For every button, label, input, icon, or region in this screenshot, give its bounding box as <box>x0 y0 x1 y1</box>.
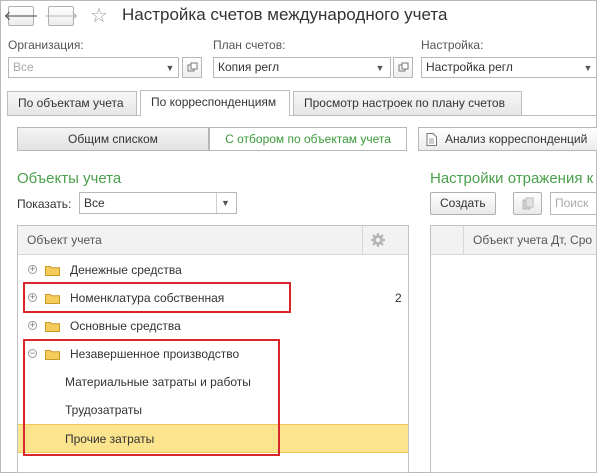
tab-view-by-chart[interactable]: Просмотр настроек по плану счетов <box>293 91 522 115</box>
settings-table: Объект учета Дт, Сро <box>430 225 597 473</box>
settings-section-title: Настройки отражения к <box>430 170 594 187</box>
open-copy-icon <box>398 62 408 72</box>
header-divider <box>362 226 363 254</box>
expand-icon[interactable]: + <box>28 265 37 274</box>
setting-field[interactable]: Настройка регл <box>421 57 597 78</box>
objects-table-header: Объект учета <box>18 226 408 255</box>
object-column-header[interactable]: Объект учета <box>27 233 102 247</box>
organization-open-button[interactable] <box>182 57 202 78</box>
forward-arrow-icon: 🡒 <box>43 8 79 23</box>
folder-icon <box>45 322 60 332</box>
show-select[interactable]: Все <box>79 192 237 214</box>
create-button[interactable]: Создать <box>430 192 496 215</box>
chart-field[interactable]: Копия регл <box>213 57 391 78</box>
forward-button[interactable]: 🡒 <box>44 6 78 26</box>
open-copy-icon <box>187 62 197 72</box>
highlight-marker <box>23 282 291 313</box>
back-button[interactable]: 🡐 <box>4 6 38 26</box>
organization-label: Организация: <box>8 38 84 52</box>
show-dropdown-icon[interactable]: ▼ <box>216 193 234 213</box>
setting-label: Настройка: <box>421 38 484 52</box>
header-divider <box>463 226 464 254</box>
document-icon <box>426 133 437 146</box>
setting-dropdown-icon[interactable]: ▼ <box>579 57 597 78</box>
list-item-label: Денежные средства <box>70 263 182 277</box>
mode-list-button[interactable]: Общим списком <box>17 127 209 151</box>
settings-table-header: Объект учета Дт, Сро <box>431 226 596 255</box>
list-item-count: 2 <box>395 291 402 305</box>
list-item[interactable]: + Основные средства <box>18 312 408 340</box>
mode-filter-button[interactable]: С отбором по объектам учета <box>209 127 407 151</box>
folder-icon <box>45 266 60 276</box>
copy-disabled-icon <box>522 197 534 210</box>
copy-button[interactable] <box>513 192 542 215</box>
highlight-marker <box>23 339 280 456</box>
analysis-button[interactable]: Анализ корреспонденций <box>418 127 597 151</box>
search-input[interactable]: Поиск <box>550 192 597 215</box>
chart-open-button[interactable] <box>393 57 413 78</box>
organization-dropdown-icon[interactable]: ▼ <box>161 57 179 78</box>
expand-icon[interactable]: + <box>28 321 37 330</box>
show-label: Показать: <box>17 197 72 211</box>
chart-label: План счетов: <box>213 38 286 52</box>
back-arrow-icon: 🡐 <box>3 8 39 23</box>
page-title: Настройка счетов международного учета <box>122 5 448 24</box>
chart-dropdown-icon[interactable]: ▼ <box>371 57 389 78</box>
organization-field[interactable]: Все <box>8 57 179 78</box>
analysis-label: Анализ корреспонденций <box>445 132 588 146</box>
tab-by-correspondences[interactable]: По корреспонденциям <box>140 90 290 116</box>
favorite-star-icon[interactable]: ☆ <box>90 3 108 28</box>
list-item[interactable]: + Денежные средства <box>18 256 408 284</box>
settings-gear-icon[interactable] <box>370 232 386 248</box>
settings-column-header[interactable]: Объект учета Дт, Сро <box>473 233 592 247</box>
list-item-label: Основные средства <box>70 319 181 333</box>
tab-by-objects[interactable]: По объектам учета <box>7 91 137 115</box>
objects-section-title: Объекты учета <box>17 170 122 187</box>
